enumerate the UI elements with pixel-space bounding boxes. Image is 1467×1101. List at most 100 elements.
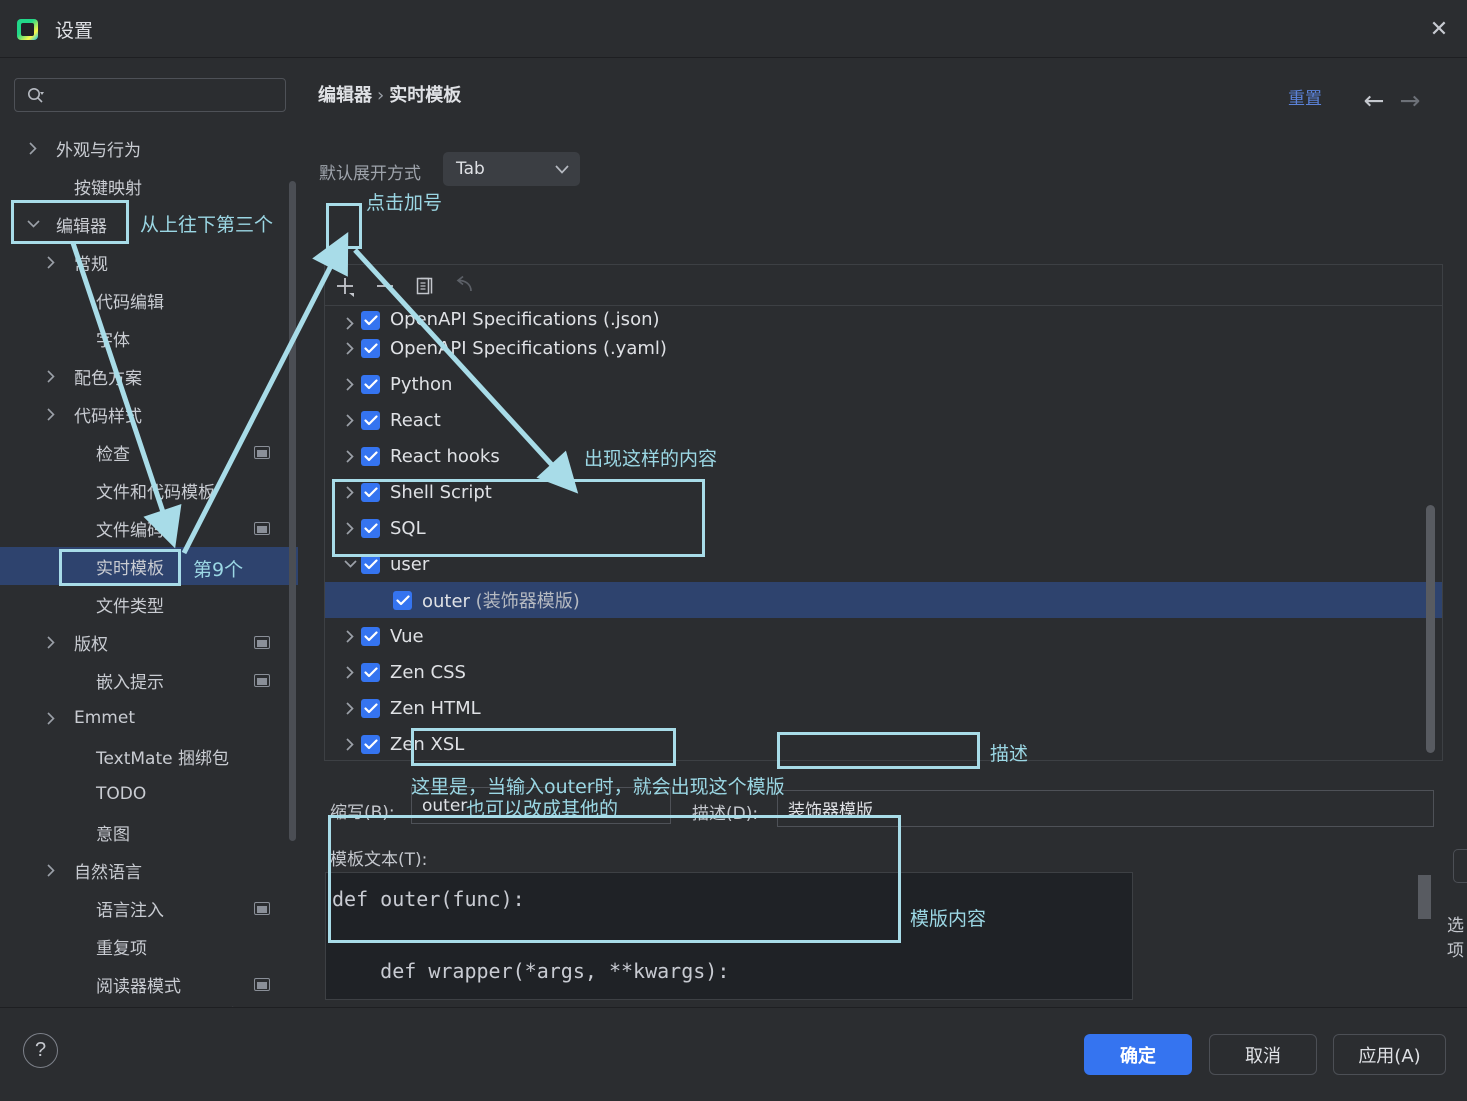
sidebar-item-label: 常规 [74, 250, 108, 275]
chevron-right-icon[interactable] [44, 255, 58, 269]
chevron-right-icon[interactable] [44, 863, 58, 877]
sidebar-item-12[interactable]: 文件类型 [0, 585, 298, 623]
app-icon [17, 19, 38, 40]
chevron-right-icon[interactable] [339, 378, 361, 391]
checkbox-checked[interactable] [361, 735, 380, 754]
sidebar-item-18[interactable]: 意图 [0, 813, 298, 851]
sidebar-item-17[interactable]: TODO [0, 775, 298, 813]
template-row-label: Vue [390, 626, 424, 647]
sidebar-item-label: Emmet [74, 708, 135, 728]
template-row[interactable]: Vue [325, 618, 1442, 654]
sidebar-item-20[interactable]: 语言注入 [0, 889, 298, 927]
chevron-right-icon[interactable] [339, 317, 361, 330]
panel-badge-icon [254, 902, 270, 915]
annotation-box-plus-button [326, 203, 362, 249]
copy-icon[interactable] [405, 266, 445, 306]
arrow-left-icon[interactable]: ← [1359, 87, 1389, 113]
sidebar-item-8[interactable]: 检查 [0, 433, 298, 471]
sidebar-item-3[interactable]: 常规 [0, 243, 298, 281]
chevron-right-icon[interactable] [44, 407, 58, 421]
checkbox-checked[interactable] [361, 375, 380, 394]
chevron-right-icon[interactable] [339, 450, 361, 463]
minus-icon[interactable] [365, 266, 405, 306]
annotation-box-live-templates [59, 549, 181, 586]
chevron-right-icon[interactable] [26, 141, 40, 155]
template-row[interactable]: OpenAPI Specifications (.yaml) [325, 330, 1442, 366]
sidebar-scrollbar[interactable] [289, 181, 296, 841]
sidebar-item-6[interactable]: 配色方案 [0, 357, 298, 395]
template-name: Zen HTML [390, 698, 481, 719]
checkbox-checked[interactable] [361, 699, 380, 718]
template-row[interactable]: Zen HTML [325, 690, 1442, 726]
template-row[interactable]: Zen CSS [325, 654, 1442, 690]
annotation-box-template-text [328, 815, 901, 943]
chevron-right-icon[interactable] [339, 414, 361, 427]
template-name: Zen CSS [390, 662, 466, 683]
checkbox-checked[interactable] [361, 447, 380, 466]
template-list-scrollbar[interactable] [1426, 505, 1435, 753]
chevron-right-icon[interactable] [44, 369, 58, 383]
default-expand-select[interactable]: Tab [443, 152, 580, 186]
ok-button[interactable]: 确定 [1084, 1034, 1192, 1075]
checkbox-checked[interactable] [361, 339, 380, 358]
arrow-right-icon[interactable]: → [1395, 87, 1425, 113]
sidebar-item-10[interactable]: 文件编码 [0, 509, 298, 547]
sidebar-item-0[interactable]: 外观与行为 [0, 129, 298, 167]
chevron-right-icon[interactable] [339, 702, 361, 715]
sidebar-item-15[interactable]: Emmet [0, 699, 298, 737]
checkbox-checked[interactable] [393, 591, 412, 610]
chevron-right-icon[interactable] [44, 635, 58, 649]
template-row[interactable]: React [325, 402, 1442, 438]
sidebar-item-16[interactable]: TextMate 捆绑包 [0, 737, 298, 775]
cancel-button[interactable]: 取消 [1209, 1034, 1317, 1075]
apply-button[interactable]: 应用(A) [1333, 1034, 1446, 1075]
template-row-label: Zen CSS [390, 662, 466, 683]
template-row-label: OpenAPI Specifications (.json) [390, 309, 660, 330]
chevron-right-icon[interactable] [44, 711, 58, 725]
annotation-desc-note: 描述 [990, 739, 1028, 766]
chevron-right-icon[interactable] [339, 666, 361, 679]
checkbox-checked[interactable] [361, 627, 380, 646]
sidebar-item-label: 检查 [96, 440, 130, 465]
template-row-label: React [390, 410, 441, 431]
reset-link[interactable]: 重置 [1288, 84, 1322, 109]
sidebar-item-13[interactable]: 版权 [0, 623, 298, 661]
plus-icon[interactable] [325, 266, 365, 306]
sidebar-item-5[interactable]: 字体 [0, 319, 298, 357]
edit-variables-button: 编辑变量(E)... [1453, 849, 1467, 883]
template-description: (装饰器模版) [470, 591, 580, 612]
template-row[interactable]: OpenAPI Specifications (.json) [325, 306, 1442, 330]
breadcrumb-root[interactable]: 编辑器 [318, 85, 372, 106]
annotation-appears-note: 出现这样的内容 [584, 444, 717, 471]
checkbox-checked[interactable] [361, 663, 380, 682]
close-icon[interactable]: ✕ [1421, 12, 1457, 46]
sidebar-item-label: 配色方案 [74, 364, 142, 389]
checkbox-checked[interactable] [361, 411, 380, 430]
default-expand-label: 默认展开方式 [319, 159, 421, 184]
template-name: React [390, 410, 441, 431]
template-row[interactable]: React hooks [325, 438, 1442, 474]
breadcrumb: 编辑器›实时模板 [318, 81, 461, 107]
search-input[interactable] [14, 78, 286, 112]
chevron-right-icon[interactable] [339, 342, 361, 355]
sidebar-item-7[interactable]: 代码样式 [0, 395, 298, 433]
window-title: 设置 [55, 16, 93, 43]
chevron-right-icon[interactable] [339, 630, 361, 643]
sidebar-item-22[interactable]: 阅读器模式 [0, 965, 298, 1003]
sidebar-item-label: 代码编辑 [96, 288, 164, 313]
sidebar-item-9[interactable]: 文件和代码模板 [0, 471, 298, 509]
sidebar-item-21[interactable]: 重复项 [0, 927, 298, 965]
template-row[interactable]: outer (装饰器模版) [325, 582, 1442, 618]
sidebar-item-4[interactable]: 代码编辑 [0, 281, 298, 319]
sidebar-item-19[interactable]: 自然语言 [0, 851, 298, 889]
question-mark-icon[interactable]: ? [23, 1033, 58, 1068]
template-row[interactable]: Python [325, 366, 1442, 402]
sidebar-item-label: 外观与行为 [56, 136, 141, 161]
checkbox-checked[interactable] [361, 555, 380, 574]
chevron-down-icon[interactable] [339, 560, 361, 568]
chevron-right-icon[interactable] [339, 738, 361, 751]
editor-scrollbar[interactable] [1418, 875, 1431, 919]
sidebar-item-14[interactable]: 嵌入提示 [0, 661, 298, 699]
breadcrumb-separator: › [377, 85, 384, 106]
checkbox-checked[interactable] [361, 311, 380, 330]
